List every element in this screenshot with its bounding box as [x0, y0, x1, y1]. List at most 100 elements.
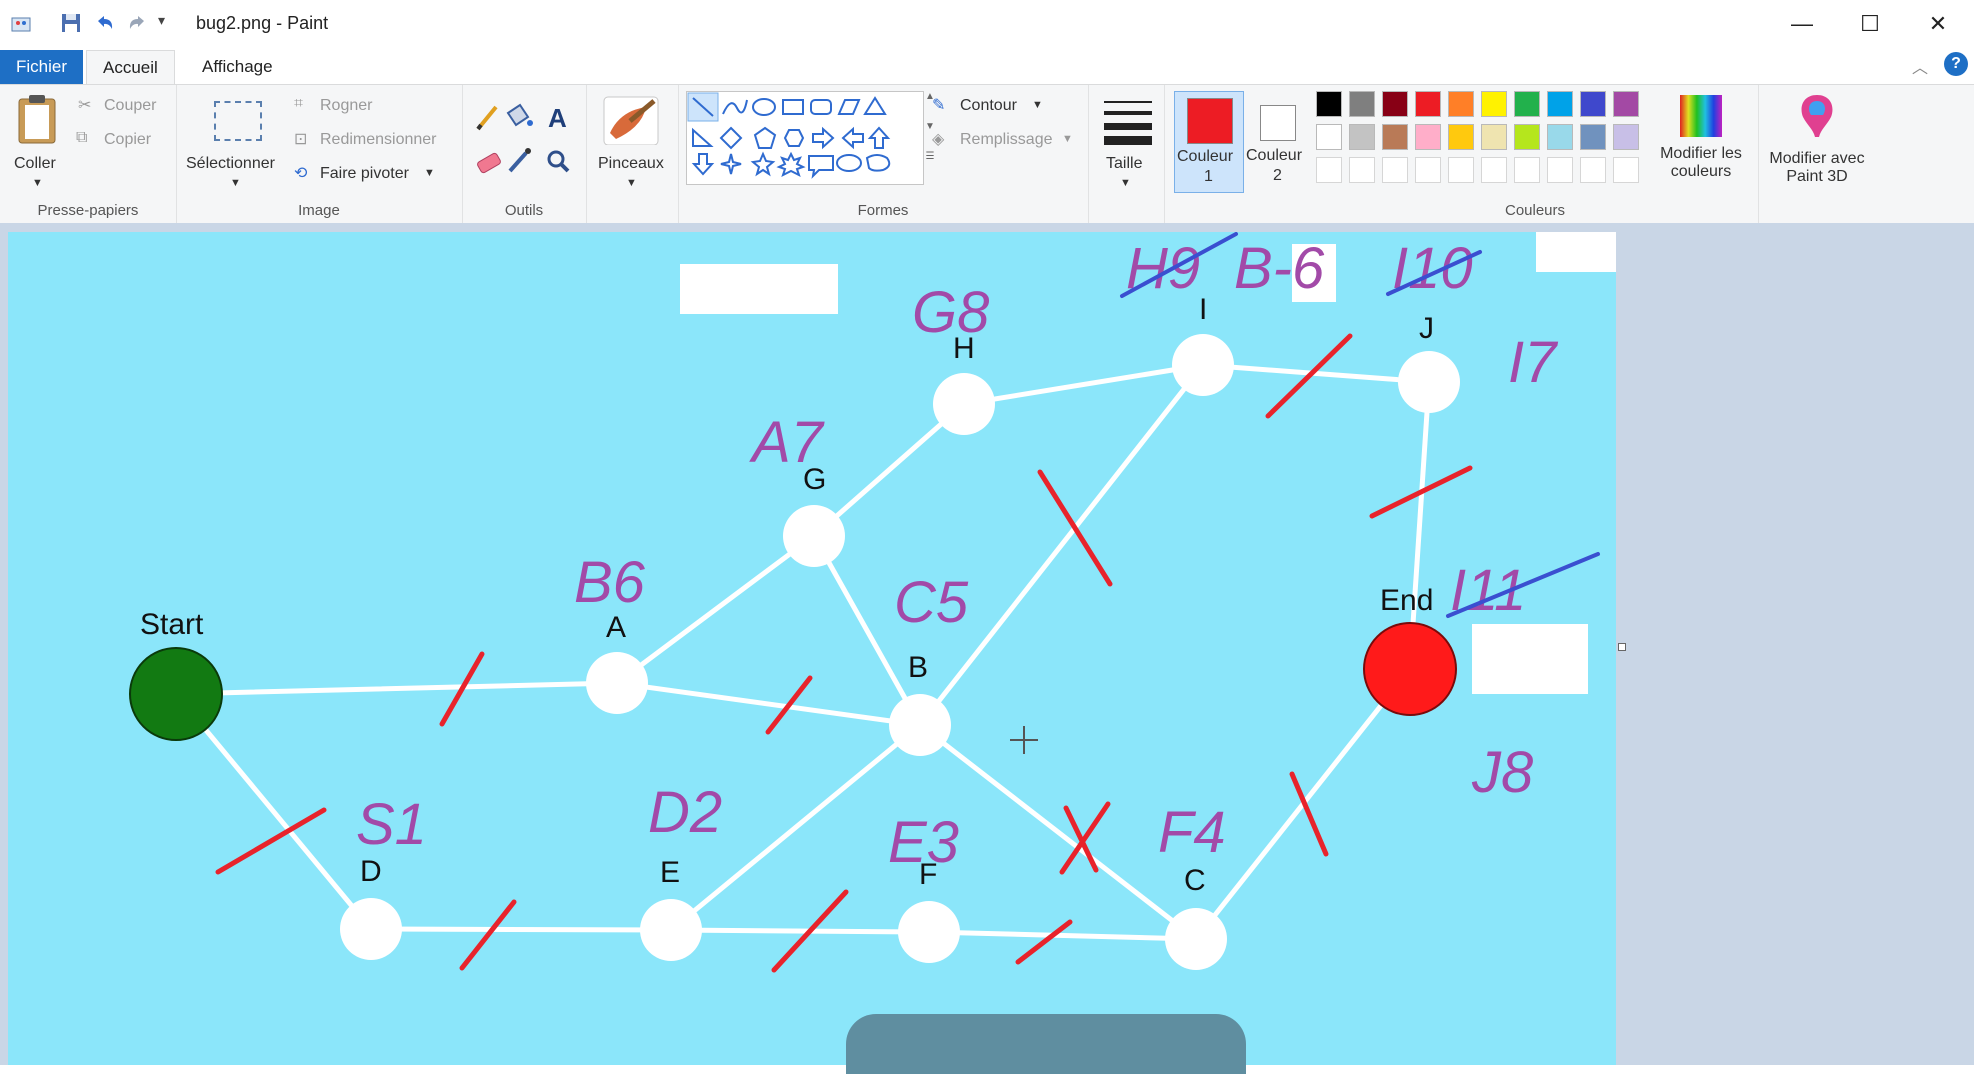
color-swatch[interactable] — [1547, 124, 1573, 150]
line-size-icon — [1104, 101, 1152, 145]
crop-button[interactable]: Rogner — [320, 97, 372, 115]
custom-color-slot[interactable] — [1613, 157, 1639, 183]
label-a: A — [606, 611, 626, 644]
edge-start-a — [173, 680, 620, 697]
tab-accueil[interactable]: Accueil — [86, 50, 175, 85]
eraser-icon[interactable] — [476, 152, 501, 174]
custom-color-slot[interactable] — [1580, 157, 1606, 183]
save-icon[interactable] — [60, 12, 82, 34]
color-swatch[interactable] — [1547, 91, 1573, 117]
color-swatch[interactable] — [1382, 91, 1408, 117]
erased-area-4 — [1472, 624, 1588, 694]
color-swatch[interactable] — [1613, 124, 1639, 150]
color-swatch[interactable] — [1481, 91, 1507, 117]
color-swatch[interactable] — [1349, 124, 1375, 150]
shapes-gallery[interactable] — [686, 91, 924, 185]
copy-icon: ⧉ — [76, 129, 88, 146]
color-swatch[interactable] — [1382, 124, 1408, 150]
annotation-c5: C5 — [894, 570, 969, 635]
node-g — [783, 505, 845, 567]
edge-a-b — [614, 680, 923, 728]
color-swatch[interactable] — [1514, 124, 1540, 150]
color-swatch[interactable] — [1448, 91, 1474, 117]
fill-bucket-icon[interactable] — [506, 103, 533, 127]
undo-icon[interactable] — [94, 12, 116, 34]
color-swatch[interactable] — [1514, 91, 1540, 117]
redo-icon[interactable] — [126, 12, 148, 34]
custom-color-slot[interactable] — [1448, 157, 1474, 183]
group-clipboard: Coller ▼ ✂ Couper ⧉ Copier Presse-papier… — [0, 85, 177, 223]
color-gradient-icon — [1680, 95, 1722, 137]
annotation-s1: S1 — [356, 792, 427, 857]
outline-button[interactable]: Contour — [960, 97, 1017, 115]
custom-color-slot[interactable] — [1514, 157, 1540, 183]
drawing-canvas[interactable]: Start End A B C D E F G H I J S1 D2 E3 F… — [8, 232, 1616, 1065]
color-swatch[interactable] — [1415, 91, 1441, 117]
color-swatch[interactable] — [1316, 124, 1342, 150]
node-j — [1398, 351, 1460, 413]
edit-colors-button[interactable]: Modifier les couleurs — [1646, 91, 1756, 195]
rotate-button[interactable]: Faire pivoter — [320, 165, 409, 183]
collapse-ribbon-icon[interactable]: ︿ — [1912, 54, 1928, 78]
custom-color-slot[interactable] — [1382, 157, 1408, 183]
tab-affichage[interactable]: Affichage — [186, 50, 289, 84]
paint-app-icon[interactable] — [10, 12, 32, 34]
crop-icon: ⌗ — [294, 95, 304, 112]
customize-quick-access-icon[interactable]: ▾ — [158, 12, 180, 34]
custom-color-slot[interactable] — [1547, 157, 1573, 183]
resize-button[interactable]: Redimensionner — [320, 131, 437, 149]
maximize-button[interactable]: ☐ — [1836, 0, 1904, 48]
magnifier-icon[interactable] — [547, 150, 570, 173]
select-button[interactable]: Sélectionner ▼ — [184, 93, 288, 193]
node-d — [340, 898, 402, 960]
color-swatch[interactable] — [1448, 124, 1474, 150]
color1-label: Couleur — [1177, 148, 1234, 165]
label-e: E — [660, 856, 680, 889]
edit-with-paint3d-button[interactable]: Modifier avec Paint 3D — [1762, 91, 1872, 195]
brushes-label: Pinceaux — [598, 155, 664, 172]
canvas-resize-handle-right[interactable] — [1618, 643, 1626, 651]
node-e — [640, 899, 702, 961]
custom-color-slot[interactable] — [1316, 157, 1342, 183]
tab-fichier[interactable]: Fichier — [0, 50, 84, 84]
brushes-button[interactable]: Pinceaux ▼ — [590, 93, 674, 193]
cut-button[interactable]: Couper — [104, 97, 156, 115]
label-i: I — [1199, 293, 1207, 326]
color-swatch[interactable] — [1415, 124, 1441, 150]
select-label: Sélectionner — [186, 155, 275, 172]
color-swatch[interactable] — [1481, 124, 1507, 150]
close-button[interactable]: ✕ — [1904, 0, 1972, 48]
node-start — [129, 647, 223, 741]
pencil-icon[interactable] — [476, 105, 498, 131]
color-swatch[interactable] — [1580, 91, 1606, 117]
color-swatch[interactable] — [1349, 91, 1375, 117]
outline-dropdown-icon: ▼ — [1032, 99, 1043, 111]
color2-button[interactable]: Couleur 2 — [1244, 91, 1312, 191]
selection-rect-icon — [214, 101, 262, 141]
minimize-button[interactable]: — — [1768, 0, 1836, 48]
title-bar: ▾ bug2.png - Paint — ☐ ✕ — [0, 0, 1974, 48]
annotation-i7: I7 — [1508, 330, 1559, 395]
custom-color-slot[interactable] — [1415, 157, 1441, 183]
annotation-i10: I10 — [1392, 236, 1473, 301]
color-swatch[interactable] — [1580, 124, 1606, 150]
fill-button[interactable]: Remplissage — [960, 131, 1052, 149]
size-button[interactable]: Taille ▼ — [1092, 93, 1160, 193]
color-picker-icon[interactable] — [508, 148, 531, 173]
annotation-a7: A7 — [749, 410, 826, 475]
ribbon: Coller ▼ ✂ Couper ⧉ Copier Presse-papier… — [0, 84, 1974, 224]
copy-button[interactable]: Copier — [104, 131, 151, 149]
color-swatch[interactable] — [1316, 91, 1342, 117]
label-j: J — [1419, 312, 1434, 345]
help-icon[interactable]: ? — [1944, 52, 1968, 76]
edit-colors-label-1: Modifier les — [1660, 145, 1742, 162]
custom-color-slot[interactable] — [1349, 157, 1375, 183]
text-tool-icon[interactable]: A — [548, 103, 567, 133]
paste-button[interactable]: Coller ▼ — [8, 93, 66, 193]
custom-color-slot[interactable] — [1481, 157, 1507, 183]
color1-button[interactable]: Couleur 1 — [1174, 91, 1244, 193]
edge-f-c — [926, 929, 1199, 942]
divider-paint3d — [1758, 85, 1759, 223]
label-c: C — [1184, 864, 1206, 897]
color-swatch[interactable] — [1613, 91, 1639, 117]
